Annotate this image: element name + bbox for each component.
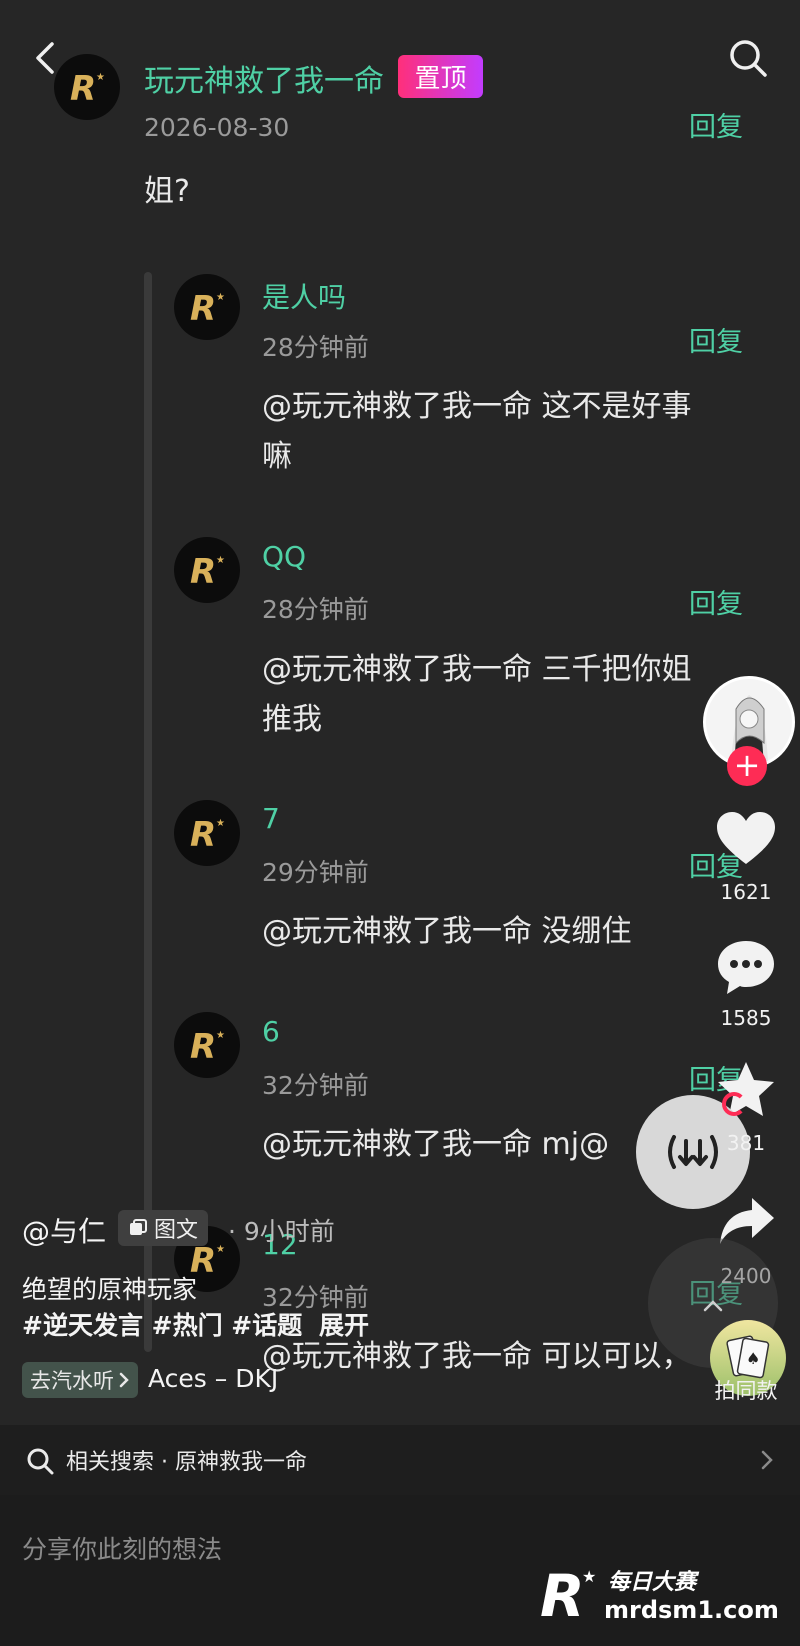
same-style-label[interactable]: 拍同款: [706, 1375, 786, 1405]
reply-content-line2: 推我: [262, 702, 322, 737]
related-search-text: 相关搜索 · 原神救我一命: [66, 1450, 307, 1475]
post-hashtags-row: #逆天发言 #热门 #话题 展开: [22, 1306, 369, 1342]
svg-text:R: R: [190, 289, 216, 329]
search-icon: [27, 1448, 54, 1475]
post-hashtags[interactable]: #逆天发言 #热门 #话题: [22, 1311, 302, 1340]
watermark-r-logo-icon: R ★: [540, 1562, 596, 1624]
avatar[interactable]: R ★: [174, 537, 240, 603]
watermark-line2: mrdsm1.com: [604, 1596, 779, 1624]
comment-date: 2026-08-30: [144, 113, 290, 142]
search-button[interactable]: [726, 36, 770, 80]
svg-text:♠: ♠: [746, 1349, 760, 1368]
post-type-badge: 图文: [118, 1210, 209, 1246]
post-title: 绝望的原神玩家: [22, 1275, 198, 1304]
reply-content-line1: @玩元神救了我一命 没绷住: [262, 914, 632, 949]
r-logo-icon: R ★: [70, 69, 105, 109]
comment-bubble-icon: [718, 941, 774, 994]
post-type-label: 图文: [154, 1218, 199, 1243]
thread-line: [144, 272, 152, 1352]
music-badge-label: 去汽水听: [30, 1369, 114, 1393]
expand-button[interactable]: 展开: [319, 1311, 369, 1340]
reply-username[interactable]: 是人吗: [262, 276, 346, 316]
plus-icon: +: [733, 746, 761, 784]
svg-text:R: R: [70, 69, 96, 109]
reply-content-line2: 嘛: [262, 439, 292, 474]
svg-text:R: R: [190, 1027, 216, 1067]
reply-time: 32分钟前: [262, 1071, 369, 1100]
search-icon: [730, 40, 767, 77]
pinned-badge: 置顶: [398, 55, 483, 98]
like-button[interactable]: [715, 810, 777, 866]
svg-text:★: ★: [216, 818, 225, 829]
svg-text:★: ★: [216, 1030, 225, 1041]
svg-text:★: ★: [216, 292, 225, 303]
reply-time: 28分钟前: [262, 333, 369, 362]
reply-time: 29分钟前: [262, 858, 369, 887]
chevron-right-icon: [761, 1450, 773, 1470]
music-badge[interactable]: 去汽水听: [22, 1362, 138, 1398]
reply-time: 28分钟前: [262, 595, 369, 624]
reply-username[interactable]: QQ: [262, 540, 306, 573]
reply-button[interactable]: 回复: [689, 582, 743, 621]
chevron-right-icon: [119, 1372, 129, 1388]
comment-content: 姐?: [144, 174, 190, 209]
svg-text:R: R: [190, 815, 216, 855]
r-logo-icon: R ★: [190, 1027, 225, 1067]
svg-text:★: ★: [216, 555, 225, 566]
post-time: · 9小时前: [228, 1217, 335, 1246]
related-search-bar[interactable]: 相关搜索 · 原神救我一命: [0, 1425, 800, 1495]
watermark-line1: 每日大赛: [608, 1570, 697, 1595]
comment-count: 1585: [720, 1006, 772, 1030]
avatar[interactable]: R ★: [54, 54, 120, 120]
svg-text:★: ★: [216, 1244, 225, 1255]
svg-text:★: ★: [96, 72, 105, 83]
image-text-icon: [130, 1219, 147, 1235]
avatar[interactable]: R ★: [174, 274, 240, 340]
avatar[interactable]: R ★: [174, 1012, 240, 1078]
reply-content-line1: @玩元神救了我一命 这不是好事: [262, 389, 692, 424]
r-logo-icon: R ★: [190, 815, 225, 855]
heart-icon: [717, 812, 775, 864]
reply-content-line1: @玩元神救了我一命 三千把你姐: [262, 652, 692, 687]
reply-button[interactable]: 回复: [689, 320, 743, 359]
r-logo-icon: R ★: [190, 289, 225, 329]
avatar[interactable]: R ★: [174, 800, 240, 866]
favorite-count: 381: [726, 1131, 766, 1155]
favorite-progress-ring: [722, 1092, 746, 1116]
follow-button[interactable]: +: [727, 746, 767, 786]
watermark: R ★ 每日大赛 mrdsm1.com: [538, 1558, 788, 1638]
comment-button[interactable]: [716, 938, 776, 996]
music-name[interactable]: Aces – DKJ: [148, 1364, 278, 1393]
post-author[interactable]: @与仁: [22, 1210, 106, 1250]
reply-content-line1: @玩元神救了我一命 mj@: [262, 1127, 610, 1162]
svg-text:★: ★: [582, 1567, 596, 1586]
reply-username[interactable]: 7: [262, 802, 280, 835]
r-logo-icon: R ★: [190, 552, 225, 592]
svg-text:R: R: [190, 552, 216, 592]
like-count: 1621: [720, 880, 772, 904]
svg-text:R: R: [540, 1562, 585, 1624]
comment-input-placeholder[interactable]: 分享你此刻的想法: [22, 1530, 222, 1566]
reply-button[interactable]: 回复: [689, 105, 743, 144]
comment-username[interactable]: 玩元神救了我一命: [144, 56, 384, 100]
reply-username[interactable]: 6: [262, 1015, 280, 1048]
